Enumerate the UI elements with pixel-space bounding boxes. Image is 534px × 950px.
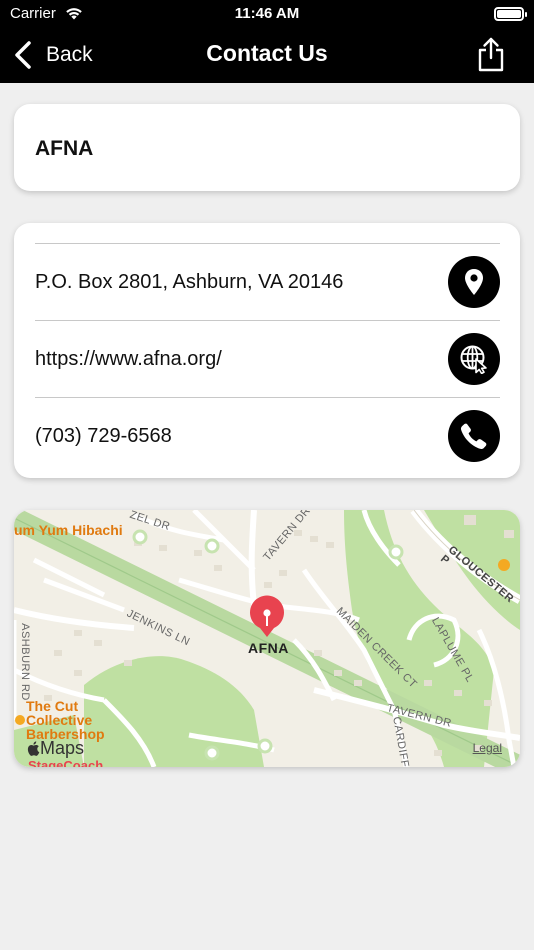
- organization-name: AFNA: [35, 137, 94, 160]
- map-pin-label: AFNA: [248, 640, 289, 656]
- status-time: 11:46 AM: [234, 5, 300, 22]
- map-card[interactable]: um Yum Hibachi The Cut Collective Barber…: [14, 510, 520, 767]
- street-ashburn-rd: ASHBURN RD: [18, 623, 31, 701]
- address-row[interactable]: P.O. Box 2801, Ashburn, VA 20146: [35, 243, 500, 320]
- status-bar: Carrier 11:46 AM: [0, 0, 534, 28]
- location-pin-button[interactable]: [448, 256, 500, 308]
- website-text: https://www.afna.org/: [35, 347, 222, 370]
- legal-link[interactable]: Legal: [473, 741, 502, 755]
- website-button[interactable]: [448, 333, 500, 385]
- battery-icon: [494, 7, 527, 21]
- organization-card: AFNA: [14, 104, 520, 191]
- address-text: P.O. Box 2801, Ashburn, VA 20146: [35, 270, 344, 293]
- navigation-bar: Back Contact Us: [0, 28, 534, 83]
- phone-row[interactable]: (703) 729-6568: [35, 397, 500, 474]
- page-title: Contact Us: [206, 40, 328, 66]
- poi-marker-icon: [15, 715, 25, 725]
- apple-logo-icon: [27, 741, 40, 756]
- globe-cursor-icon: [460, 345, 487, 374]
- contact-card: P.O. Box 2801, Ashburn, VA 20146 https:/…: [14, 223, 520, 478]
- location-pin-icon: [465, 269, 483, 295]
- top-bar: Carrier 11:46 AM Back Contact Us: [0, 0, 534, 83]
- phone-icon: [460, 423, 487, 450]
- maps-wordmark: Maps: [40, 738, 85, 758]
- road: [248, 510, 257, 606]
- poi-marker-icon: [498, 559, 510, 571]
- maps-attribution: Maps: [26, 738, 84, 759]
- share-icon[interactable]: [476, 36, 506, 72]
- phone-text: (703) 729-6568: [35, 424, 172, 447]
- poi-stagecoach[interactable]: StageCoach: [28, 758, 103, 767]
- poi-hibachi[interactable]: um Yum Hibachi: [14, 522, 123, 538]
- website-row[interactable]: https://www.afna.org/: [35, 320, 500, 397]
- phone-button[interactable]: [448, 410, 500, 462]
